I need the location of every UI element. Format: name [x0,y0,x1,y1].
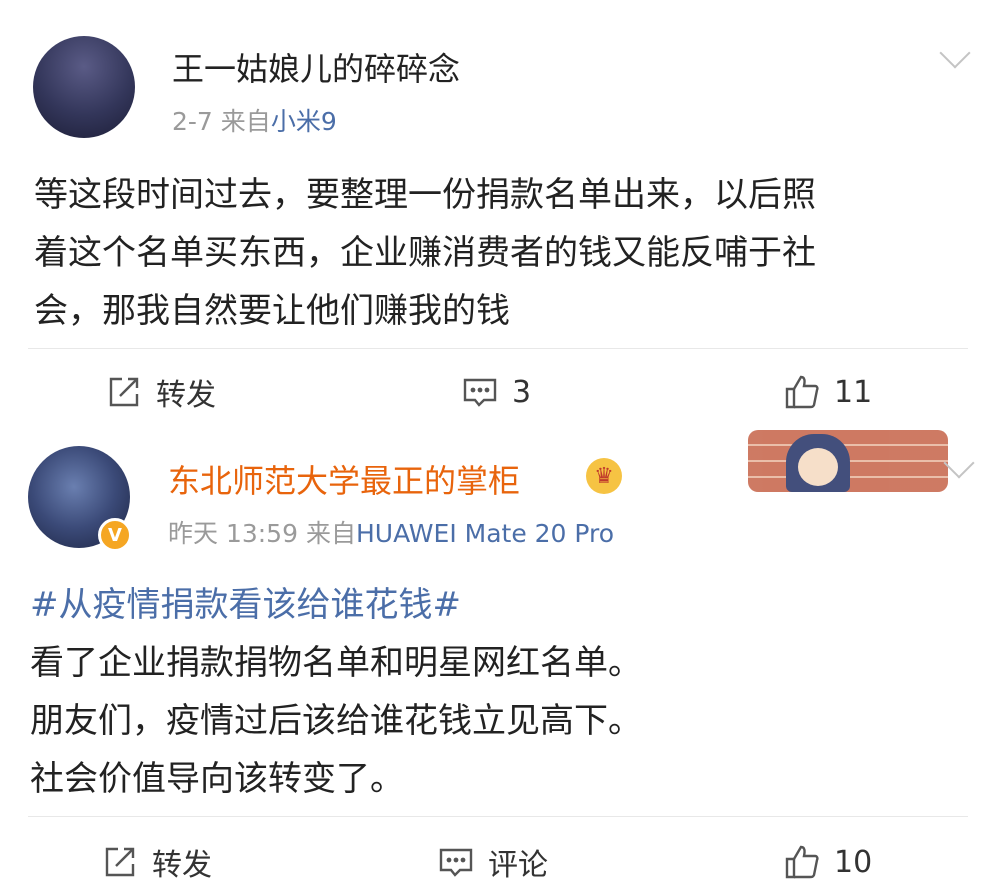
post-source[interactable]: HUAWEI Mate 20 Pro [356,519,614,548]
chevron-down-icon[interactable] [939,37,971,69]
content-line: 会，那我自然要让他们赚我的钱 [34,291,510,331]
repost-icon [109,377,139,407]
banner-character-face [798,448,838,486]
like-icon [785,845,819,879]
decorative-banner [748,430,948,492]
action-bar: 转发 3 11 [0,362,1002,422]
verified-badge-icon: V [98,518,132,552]
crown-icon: ♛ [586,458,622,494]
like-button[interactable]: 10 [784,832,872,892]
post-meta: 2-7 来自小米9 [172,102,337,138]
divider [28,816,968,817]
username[interactable]: 东北师范大学最正的掌柜 [168,456,520,502]
repost-button[interactable]: 转发 [106,362,216,422]
repost-label: 转发 [152,848,212,883]
content-line: 看了企业捐款捐物名单和明星网红名单。 [30,643,642,683]
content-line: 等这段时间过去，要整理一份捐款名单出来，以后照 [34,175,816,215]
repost-button[interactable]: 转发 [102,832,212,892]
chevron-down-icon[interactable] [943,447,975,479]
repost-label: 转发 [156,378,216,413]
repost-icon [105,847,135,877]
from-label: 来自 [220,107,271,136]
content-line: 着这个名单买东西，企业赚消费者的钱又能反哺于社 [34,233,816,273]
comment-icon [439,848,473,877]
like-icon [785,375,819,409]
post-content: #从疫情捐款看该给谁花钱# 看了企业捐款捐物名单和明星网红名单。 朋友们，疫情过… [30,576,970,808]
comment-button[interactable]: 3 [462,362,531,422]
comment-label: 评论 [488,848,548,883]
post-content: 等这段时间过去，要整理一份捐款名单出来，以后照 着这个名单买东西，企业赚消费者的… [34,166,964,340]
comment-count: 3 [512,374,532,410]
action-bar: 转发 评论 10 [0,832,1002,892]
from-label: 来自 [305,519,356,548]
like-count: 10 [834,844,873,880]
like-count: 11 [834,374,873,410]
content-line: 社会价值导向该转变了。 [30,759,404,799]
post-date: 2-7 [172,107,213,136]
post-source[interactable]: 小米9 [271,107,337,136]
like-button[interactable]: 11 [784,362,872,422]
weibo-post-1: 王一姑娘儿的碎碎念 2-7 来自小米9 等这段时间过去，要整理一份捐款名单出来，… [0,0,1002,430]
comment-button[interactable]: 评论 [438,832,548,892]
user-avatar[interactable] [33,36,135,138]
weibo-post-2: V 东北师范大学最正的掌柜 ♛ 昨天 13:59 来自HUAWEI Mate 2… [0,430,1002,895]
content-line: 朋友们，疫情过后该给谁花钱立见高下。 [30,701,642,741]
username[interactable]: 王一姑娘儿的碎碎念 [172,44,460,90]
comment-icon [463,378,497,407]
topic-hashtag[interactable]: #从疫情捐款看该给谁花钱# [30,576,970,634]
post-meta: 昨天 13:59 来自HUAWEI Mate 20 Pro [168,514,614,550]
divider [28,348,968,349]
post-date: 昨天 13:59 [168,519,298,548]
